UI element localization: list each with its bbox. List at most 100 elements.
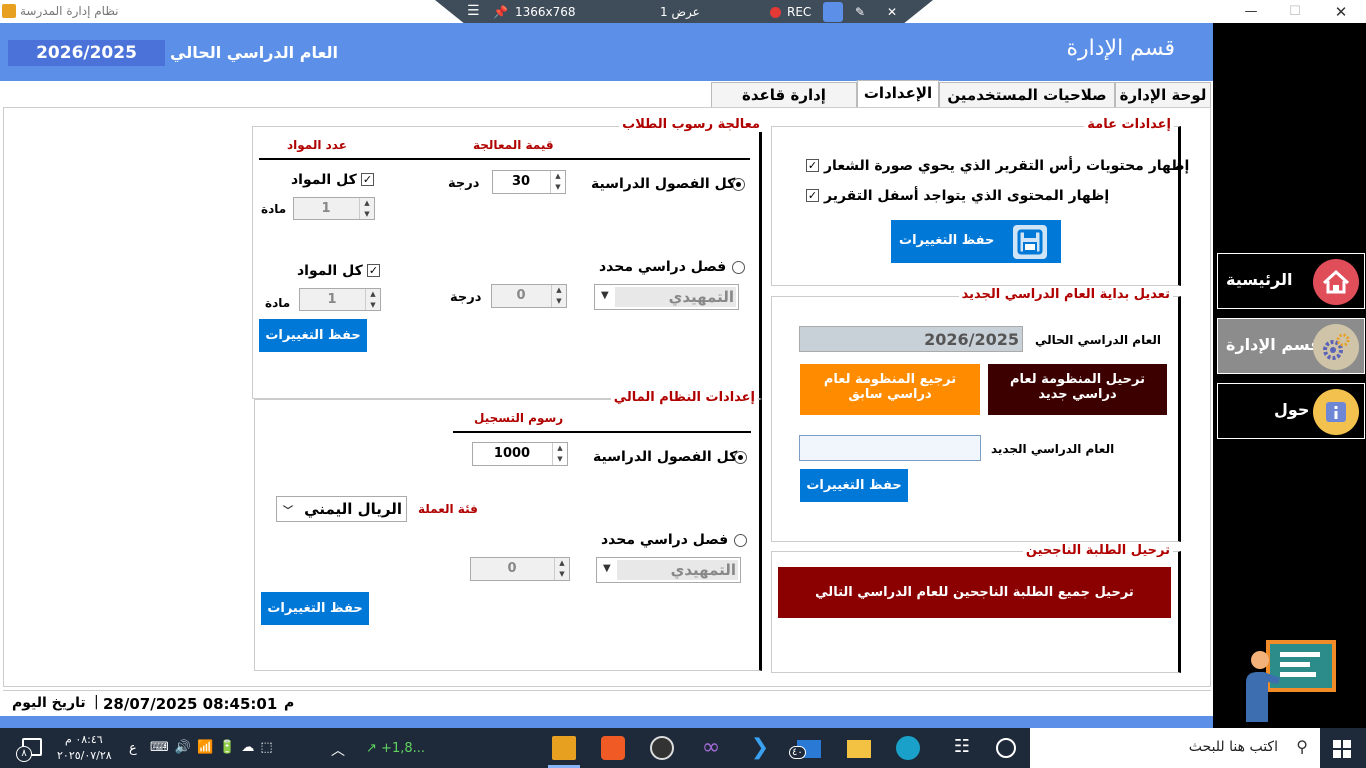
vscode-icon[interactable]: ❯	[748, 736, 772, 760]
failure-all-subjects-checkbox-1[interactable]: ✓	[361, 173, 374, 186]
failure-header-line	[259, 158, 750, 160]
close-remote-icon[interactable]: ✕	[887, 5, 897, 19]
finance-class-select[interactable]: ▼ التمهيدي	[596, 557, 741, 583]
tab-user-permissions[interactable]: صلاحيات المستخدمين	[939, 82, 1115, 108]
clock-date[interactable]: ٢٠٢٥/٠٧/٢٨	[57, 749, 112, 762]
finance-specific-class-label: فصل دراسي محدد	[601, 532, 729, 548]
finance-specific-class-radio[interactable]	[734, 534, 747, 547]
year-start-title: تعديل بداية العام الدراسي الجديد	[958, 287, 1173, 302]
failure-handling-title: معالجة رسوب الطلاب	[619, 117, 763, 132]
edge-browser-icon[interactable]	[896, 736, 920, 760]
failure-value: 30	[511, 174, 531, 189]
taskbar-search-box[interactable]: ⚲ اكتب هنا للبحث	[1030, 728, 1320, 768]
spinner-arrows-icon[interactable]: ▲ ▼	[551, 285, 566, 307]
rec-label[interactable]: REC	[787, 5, 811, 19]
sidebar-item-admin[interactable]: قسم الإدارة	[1217, 318, 1365, 374]
pin-icon[interactable]: 📌	[493, 5, 508, 19]
home-icon	[1313, 259, 1359, 305]
menu-icon[interactable]: ☰	[467, 3, 480, 19]
failure-class-select[interactable]: ▼ التمهيدي	[594, 284, 739, 310]
failure-subjects-spinner-1[interactable]: 1 ▲ ▼	[293, 197, 375, 220]
finance-save-button[interactable]: حفظ التغييرات	[261, 592, 369, 625]
tab-settings[interactable]: الإعدادات	[857, 80, 939, 108]
current-year-field: 2026/2025	[799, 326, 1023, 352]
show-header-label: إظهار محتويات رأس التقرير الذي يحوي صورة…	[824, 158, 1190, 174]
failure-save-button[interactable]: حفظ التغييرات	[259, 319, 367, 352]
tab-admin-dashboard[interactable]: لوحة الإدارة	[1115, 82, 1211, 108]
view-label[interactable]: عرض 1	[660, 5, 700, 19]
cortana-icon[interactable]	[996, 738, 1016, 758]
failure-specific-class-radio[interactable]	[732, 261, 745, 274]
new-year-input[interactable]	[799, 435, 981, 461]
currency-select[interactable]: ﹀ الريال اليمني	[276, 496, 407, 522]
general-save-button[interactable]: حفظ التغييرات	[891, 220, 1061, 263]
subject-unit-label-2: مادة	[265, 296, 291, 310]
finance-settings-title: إعدادات النظام المالي	[610, 390, 758, 405]
failure-subjects-value-2: 1	[327, 292, 337, 307]
windows-start-icon[interactable]	[1333, 740, 1351, 758]
school-app-icon[interactable]	[552, 736, 576, 760]
promote-students-button[interactable]: ترحيل جميع الطلبة الناجحين للعام الدراسي…	[778, 567, 1171, 618]
chevron-down-icon: ﹀	[283, 506, 293, 517]
spinner-arrows-icon[interactable]: ▲ ▼	[550, 171, 565, 193]
show-hidden-icons[interactable]: ︿	[331, 740, 345, 760]
fees-spinner[interactable]: 1000 ▲ ▼	[472, 442, 568, 466]
currency-label: فئة العملة	[418, 502, 478, 516]
spinner-arrows-icon[interactable]: ▲ ▼	[554, 558, 569, 580]
failure-all-subjects-checkbox-2[interactable]: ✓	[367, 264, 380, 277]
failure-subjects-value-1: 1	[321, 201, 331, 216]
date-value: 28/07/2025 08:45:01	[103, 695, 278, 713]
finance-all-classes-label: كل الفصول الدراسية	[593, 449, 738, 465]
show-header-checkbox[interactable]: ✓	[806, 159, 819, 172]
failure-subjects-spinner-2[interactable]: 1 ▲ ▼	[299, 288, 381, 311]
grade-unit-label: درجة	[448, 176, 480, 191]
gears-icon	[1313, 324, 1359, 370]
promote-system-button[interactable]: ترحيل المنظومة لعام دراسي جديد	[988, 364, 1167, 415]
footer-band	[0, 716, 1213, 728]
info-icon	[1313, 389, 1359, 435]
spinner-arrows-icon[interactable]: ▲ ▼	[365, 289, 380, 310]
search-icon: ⚲	[1296, 737, 1308, 756]
show-footer-checkbox[interactable]: ✓	[806, 189, 819, 202]
currency-value: الريال اليمني	[304, 500, 402, 518]
year-start-save-button[interactable]: حفظ التغييرات	[800, 469, 908, 502]
minimize-button[interactable]: —	[1241, 2, 1261, 22]
mail-icon[interactable]: ٤٠	[789, 740, 821, 759]
fees-value-2: 0	[507, 561, 517, 576]
task-view-icon[interactable]: ☷	[950, 736, 974, 760]
language-indicator[interactable]: ع	[129, 741, 137, 756]
failure-value-spinner[interactable]: 30 ▲ ▼	[492, 170, 566, 194]
tab-database[interactable]: إدارة قاعدة البيانات	[711, 82, 857, 128]
finance-header-line	[453, 431, 751, 433]
cursor-icon[interactable]	[823, 2, 843, 22]
failure-all-classes-label: كل الفصول الدراسية	[591, 176, 736, 192]
clock-time[interactable]: ٠٨:٤٦ م	[65, 733, 103, 746]
rollback-system-button[interactable]: ترجيع المنظومة لعام دراسي سابق	[800, 364, 980, 415]
maximize-button[interactable]: ☐	[1285, 2, 1305, 22]
resolution-label: 1366x768	[515, 5, 576, 19]
teacher-illustration-icon	[1240, 640, 1338, 722]
brave-browser-icon[interactable]	[601, 736, 625, 760]
stock-widget[interactable]: ↗ +1,8...	[366, 741, 425, 756]
show-footer-label: إظهار المحتوى الذي يتواجد أسفل التقرير	[824, 188, 1110, 204]
sidebar-item-home[interactable]: الرئيسية	[1217, 253, 1365, 309]
spinner-arrows-icon[interactable]: ▲ ▼	[359, 198, 374, 219]
pen-icon[interactable]: ✎	[855, 5, 865, 19]
rollback-button-label: ترجيع المنظومة لعام دراسي سابق	[823, 372, 957, 402]
failure-value-spinner-2[interactable]: 0 ▲ ▼	[491, 284, 567, 308]
sidebar-item-about[interactable]: حول	[1217, 383, 1365, 439]
stock-value: +1,8...	[381, 741, 426, 756]
record-icon[interactable]	[770, 7, 781, 18]
promote-students-title: ترحيل الطلبة الناجحين	[1022, 543, 1173, 558]
window-title: نظام إدارة المدرسة	[20, 4, 119, 18]
app-circle-icon[interactable]	[650, 736, 674, 760]
sidebar-item-label: الرئيسية	[1226, 270, 1293, 289]
file-explorer-icon[interactable]	[847, 740, 871, 758]
failure-all-subjects-label-2: كل المواد	[297, 263, 363, 279]
current-year-field-label: العام الدراسي الحالي	[1035, 333, 1161, 347]
spinner-arrows-icon[interactable]: ▲ ▼	[552, 443, 567, 465]
close-button[interactable]: ✕	[1331, 2, 1351, 22]
visual-studio-icon[interactable]: ∞	[699, 736, 723, 760]
current-year-label: العام الدراسي الحالي	[170, 43, 338, 62]
fees-spinner-2[interactable]: 0 ▲ ▼	[470, 557, 570, 581]
